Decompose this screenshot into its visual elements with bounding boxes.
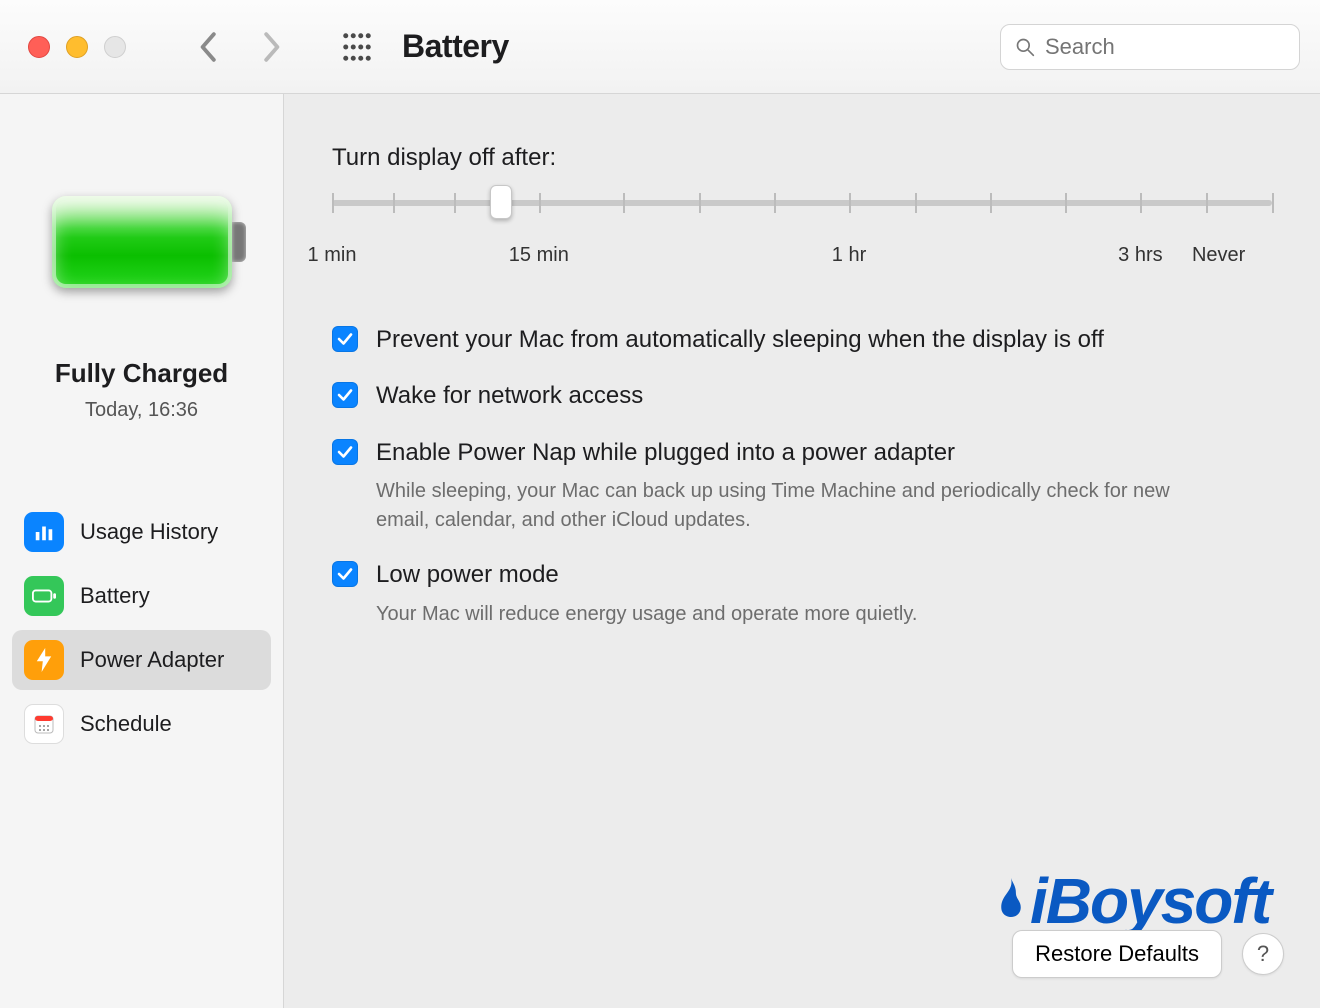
option-label: Enable Power Nap while plugged into a po… bbox=[376, 437, 1196, 469]
slider-label-15min: 15 min bbox=[509, 244, 569, 267]
option-label: Wake for network access bbox=[376, 380, 643, 412]
option-power-nap: Enable Power Nap while plugged into a po… bbox=[332, 437, 1272, 535]
options-list: Prevent your Mac from automatically slee… bbox=[332, 324, 1272, 629]
slider-tick bbox=[990, 193, 992, 213]
checkbox-low-power[interactable] bbox=[332, 561, 358, 587]
slider-label-1min: 1 min bbox=[308, 244, 357, 267]
schedule-icon bbox=[24, 704, 64, 744]
slider-tick bbox=[1272, 193, 1274, 213]
slider-label-never: Never bbox=[1192, 244, 1245, 267]
option-wake-network: Wake for network access bbox=[332, 380, 1272, 412]
traffic-lights bbox=[28, 36, 126, 58]
sidebar-item-usage-history[interactable]: Usage History bbox=[12, 502, 271, 562]
option-prevent-sleep: Prevent your Mac from automatically slee… bbox=[332, 324, 1272, 356]
slider-tick bbox=[623, 193, 625, 213]
chevron-left-icon bbox=[198, 31, 220, 63]
chevron-right-icon bbox=[260, 31, 282, 63]
slider-label-3hrs: 3 hrs bbox=[1118, 244, 1162, 267]
checkbox-power-nap[interactable] bbox=[332, 439, 358, 465]
grid-icon bbox=[342, 32, 372, 62]
option-label: Prevent your Mac from automatically slee… bbox=[376, 324, 1104, 356]
bolt-icon bbox=[34, 648, 54, 672]
slider-tick bbox=[915, 193, 917, 213]
checkbox-wake-network[interactable] bbox=[332, 382, 358, 408]
bar-chart-icon bbox=[33, 521, 55, 543]
watermark: iBoysoft bbox=[994, 864, 1270, 938]
nav-arrows bbox=[198, 31, 282, 63]
help-button[interactable]: ? bbox=[1242, 933, 1284, 975]
display-off-label: Turn display off after: bbox=[332, 144, 1272, 172]
minimize-window-button[interactable] bbox=[66, 36, 88, 58]
checkbox-prevent-sleep[interactable] bbox=[332, 326, 358, 352]
sidebar-list: Usage History Battery Power Adapter Sche… bbox=[12, 502, 271, 754]
page-title: Battery bbox=[402, 28, 509, 65]
sidebar: Fully Charged Today, 16:36 Usage History… bbox=[0, 94, 284, 1008]
main-panel: Turn display off after: 1 min 15 min 1 h… bbox=[284, 94, 1320, 1008]
search-box[interactable] bbox=[1000, 24, 1300, 70]
sidebar-item-battery[interactable]: Battery bbox=[12, 566, 271, 626]
battery-graphic bbox=[12, 196, 271, 288]
checkmark-icon bbox=[336, 386, 354, 404]
option-desc: Your Mac will reduce energy usage and op… bbox=[376, 600, 917, 629]
calendar-icon bbox=[32, 712, 56, 736]
slider-track bbox=[332, 200, 1272, 206]
slider-tick bbox=[454, 193, 456, 213]
slider-tick bbox=[1065, 193, 1067, 213]
option-desc: While sleeping, your Mac can back up usi… bbox=[376, 477, 1196, 535]
sidebar-item-label: Usage History bbox=[80, 519, 218, 545]
slider-tick bbox=[393, 193, 395, 213]
slider-tick bbox=[1206, 193, 1208, 213]
slider-tick bbox=[774, 193, 776, 213]
close-window-button[interactable] bbox=[28, 36, 50, 58]
option-low-power: Low power mode Your Mac will reduce ener… bbox=[332, 559, 1272, 628]
watermark-text: iBoysoft bbox=[1030, 864, 1270, 938]
slider-thumb[interactable] bbox=[490, 185, 512, 219]
sidebar-item-label: Power Adapter bbox=[80, 647, 224, 673]
checkmark-icon bbox=[336, 330, 354, 348]
battery-status: Fully Charged Today, 16:36 bbox=[12, 358, 271, 422]
battery-status-title: Fully Charged bbox=[12, 358, 271, 389]
option-label: Low power mode bbox=[376, 559, 917, 591]
slider-tick bbox=[699, 193, 701, 213]
sidebar-item-power-adapter[interactable]: Power Adapter bbox=[12, 630, 271, 690]
restore-defaults-button[interactable]: Restore Defaults bbox=[1012, 930, 1222, 978]
slider-tick bbox=[1140, 193, 1142, 213]
titlebar: Battery bbox=[0, 0, 1320, 94]
sidebar-item-schedule[interactable]: Schedule bbox=[12, 694, 271, 754]
battery-cap-icon bbox=[232, 222, 246, 262]
slider-tick bbox=[332, 193, 334, 213]
slider-label-1hr: 1 hr bbox=[832, 244, 866, 267]
footer-buttons: Restore Defaults ? bbox=[1012, 930, 1284, 978]
usage-history-icon bbox=[24, 512, 64, 552]
slider-tick bbox=[849, 193, 851, 213]
power-adapter-icon bbox=[24, 640, 64, 680]
battery-small-icon bbox=[24, 576, 64, 616]
battery-status-time: Today, 16:36 bbox=[12, 399, 271, 422]
checkmark-icon bbox=[336, 443, 354, 461]
sidebar-item-label: Schedule bbox=[80, 711, 172, 737]
battery-icon bbox=[52, 196, 232, 288]
flame-icon bbox=[994, 878, 1028, 930]
forward-button[interactable] bbox=[260, 31, 282, 63]
checkmark-icon bbox=[336, 565, 354, 583]
sidebar-item-label: Battery bbox=[80, 583, 150, 609]
slider-labels: 1 min 15 min 1 hr 3 hrs Never bbox=[332, 244, 1272, 270]
display-off-slider[interactable] bbox=[332, 190, 1272, 228]
battery-icon bbox=[32, 589, 56, 603]
search-input[interactable] bbox=[1045, 34, 1285, 60]
fullscreen-window-button[interactable] bbox=[104, 36, 126, 58]
search-icon bbox=[1015, 37, 1035, 57]
show-all-prefs-button[interactable] bbox=[342, 32, 372, 62]
back-button[interactable] bbox=[198, 31, 220, 63]
slider-tick bbox=[539, 193, 541, 213]
